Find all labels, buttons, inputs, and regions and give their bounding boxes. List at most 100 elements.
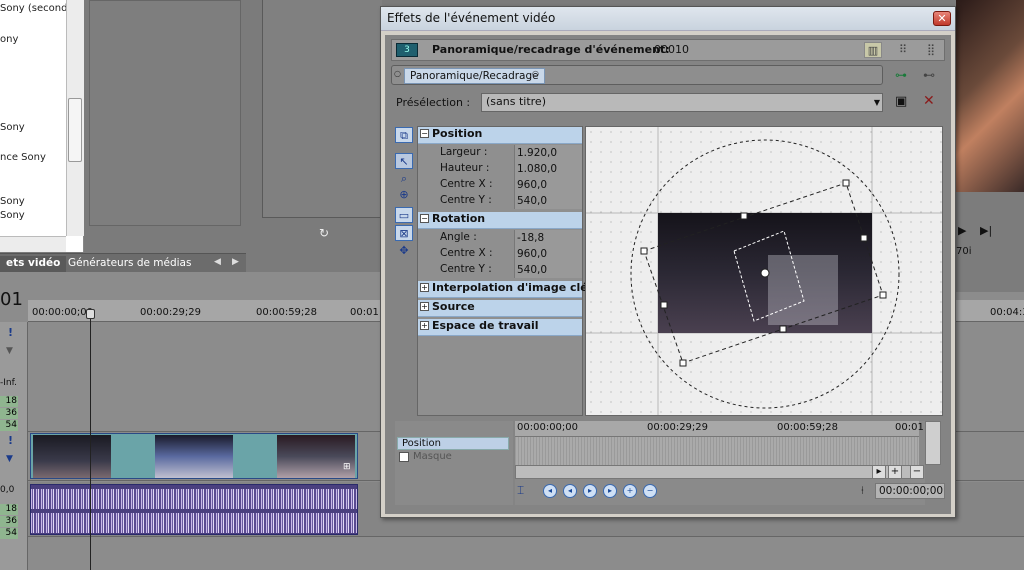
tabs-bar: ets vidéo Générateurs de médias ◀ ▶ xyxy=(0,253,246,272)
keyframe-toolbar: ⌶ ◂ ◂ ▸ ▸ + − ⍿ 00:00:00;00 xyxy=(515,481,945,501)
fx-icon[interactable]: ⊞ xyxy=(343,462,351,472)
fx-header-label: Panoramique/recadrage d'événement: xyxy=(432,43,670,56)
delete-preset-icon[interactable]: ✕ xyxy=(923,93,935,109)
preset-dropdown[interactable]: (sans titre) xyxy=(481,93,883,112)
height-value[interactable]: 1.080,0 xyxy=(514,161,582,177)
crop-handle xyxy=(879,291,887,299)
tab-prev-icon[interactable]: ◀ xyxy=(214,257,221,267)
tab-video-fx[interactable]: ets vidéo xyxy=(0,256,67,272)
play-icon[interactable]: ▶ xyxy=(958,224,966,237)
center-y-value[interactable]: 540,0 xyxy=(514,193,582,209)
prop-row-width: Largeur : 1.920,0 xyxy=(418,145,582,161)
tab-media-generators[interactable]: Générateurs de médias xyxy=(62,256,197,272)
dialog-body: 3 Panoramique/recadrage d'événement: 000… xyxy=(385,35,951,514)
prop-row-center-x: Centre X : 960,0 xyxy=(418,177,582,193)
audio-clip[interactable] xyxy=(30,484,358,535)
save-preset-icon[interactable]: ▣ xyxy=(895,94,907,109)
playhead-line[interactable] xyxy=(90,310,91,570)
plugin-chain-icon[interactable]: ⊶ xyxy=(895,68,907,82)
video-clip[interactable]: ⊞ xyxy=(30,433,358,479)
angle-value[interactable]: -18,8 xyxy=(514,230,582,246)
pin-icon[interactable]: ⍿ xyxy=(861,484,864,498)
prev-keyframe-button[interactable]: ◂ xyxy=(563,484,577,498)
chain-connector-icon: ○ xyxy=(532,69,539,78)
remove-plugin-icon[interactable]: ⊷ xyxy=(923,68,935,82)
playhead-handle[interactable] xyxy=(86,309,95,319)
show-properties-icon[interactable]: ▭ xyxy=(395,207,413,223)
zoom-in-button[interactable]: + xyxy=(888,465,902,479)
delete-keyframe-button[interactable]: − xyxy=(643,484,657,498)
zoom-tool-icon[interactable]: ⌕ xyxy=(395,171,413,187)
sync-cursor-icon[interactable]: ⌶ xyxy=(517,483,524,498)
keyframe-row-position[interactable]: Position xyxy=(397,437,509,450)
grid-view-icon[interactable]: ⠿ xyxy=(894,42,912,58)
audio-waveform xyxy=(31,513,357,533)
section-position[interactable]: − Position xyxy=(418,127,582,144)
dialog-titlebar[interactable]: Effets de l'événement vidéo ✕ xyxy=(381,7,955,31)
chevron-down-icon[interactable]: ▼ xyxy=(871,94,883,111)
crop-handle xyxy=(640,247,648,255)
current-time-field[interactable]: 00:00:00;00 xyxy=(875,483,945,499)
section-rotation[interactable]: − Rotation xyxy=(418,212,582,229)
crop-handle xyxy=(860,234,868,242)
video-event-fx-dialog: Effets de l'événement vidéo ✕ 3 Panorami… xyxy=(380,6,956,518)
ruler-timecode: 00:00:00;00 xyxy=(32,307,94,318)
add-keyframe-button[interactable]: + xyxy=(623,484,637,498)
tool-palette: ⧉ ↖ ⌕ ⊕ ▭ ⊠ ✥ xyxy=(395,127,415,267)
preview-controls: ▶ ▶| 70i xyxy=(956,192,1024,292)
keyframe-timecode: 00:01 xyxy=(895,422,924,433)
list-item[interactable]: ony xyxy=(0,34,18,45)
rot-center-x-value[interactable]: 960,0 xyxy=(514,246,582,262)
explorer-scroll-thumb[interactable] xyxy=(68,98,82,162)
loop-icon[interactable]: ↻ xyxy=(319,226,329,240)
keyframe-controller: Position Masque 00:00:00;00 00:00:29;29 … xyxy=(395,421,945,511)
next-keyframe-button[interactable]: ▸ xyxy=(583,484,597,498)
fx-plugin-icon[interactable]: 3 xyxy=(396,43,418,57)
rot-center-y-value[interactable]: 540,0 xyxy=(514,262,582,278)
width-value[interactable]: 1.920,0 xyxy=(514,145,582,161)
keyframe-ruler[interactable]: 00:00:00;00 00:00:29;29 00:00:59;28 00:0… xyxy=(515,421,924,437)
center-icon[interactable]: ⊠ xyxy=(395,225,413,241)
zoom-fit-tool-icon[interactable]: ⊕ xyxy=(395,187,413,203)
tab-next-icon[interactable]: ▶ xyxy=(232,257,239,267)
pan-crop-canvas[interactable] xyxy=(585,126,943,416)
preset-label: Présélection : xyxy=(396,96,471,109)
preview-image xyxy=(956,0,1024,192)
list-item[interactable]: Sony xyxy=(0,196,25,207)
section-workspace[interactable]: + Espace de travail xyxy=(418,319,582,336)
explorer-hscrollbar[interactable] xyxy=(0,236,66,252)
close-button[interactable]: ✕ xyxy=(933,11,951,26)
list-item[interactable]: Sony (secondai xyxy=(0,3,76,14)
sync-cursor-icon[interactable]: ⧉ xyxy=(395,127,413,143)
preview-highlight xyxy=(768,255,838,325)
section-source[interactable]: + Source xyxy=(418,300,582,317)
section-keyframe-interpolation[interactable]: + Interpolation d'image clé xyxy=(418,281,588,298)
keyframe-scrollbar[interactable] xyxy=(515,465,919,479)
fx-chain: ○ Panoramique/Recadrage ○ xyxy=(391,65,883,85)
last-keyframe-button[interactable]: ▸ xyxy=(603,484,617,498)
exclamation-icon[interactable]: ! xyxy=(8,434,13,447)
zoom-out-button[interactable]: − xyxy=(910,465,924,479)
chain-item-pan-crop[interactable]: Panoramique/Recadrage xyxy=(404,68,545,84)
list-view-icon[interactable]: ▥ xyxy=(864,42,882,58)
keyframe-timecode: 00:00:29;29 xyxy=(647,422,709,433)
center-x-value[interactable]: 960,0 xyxy=(514,177,582,193)
arrow-down-icon[interactable]: ▼ xyxy=(6,346,13,356)
move-free-icon[interactable]: ✥ xyxy=(395,243,413,259)
format-label: 70i xyxy=(956,246,972,257)
list-item[interactable]: nce Sony xyxy=(0,152,46,163)
exclamation-icon[interactable]: ! xyxy=(8,326,13,339)
list-item[interactable]: Sony xyxy=(0,122,25,133)
ruler-timecode: 00:00:59;28 xyxy=(256,307,318,318)
normal-edit-tool-icon[interactable]: ↖ xyxy=(395,153,413,169)
ruler-timecode: 00:01: xyxy=(350,307,383,318)
scroll-right-button[interactable]: ▸ xyxy=(872,465,886,479)
next-frame-icon[interactable]: ▶| xyxy=(980,224,992,237)
keyframe-vscrollbar[interactable] xyxy=(925,421,941,465)
large-grid-view-icon[interactable]: ⣿ xyxy=(922,42,940,58)
first-keyframe-button[interactable]: ◂ xyxy=(543,484,557,498)
arrow-down-icon[interactable]: ▼ xyxy=(6,454,13,464)
keyframe-rows[interactable] xyxy=(515,437,919,465)
list-item[interactable]: Sony xyxy=(0,210,25,221)
meter-value: 36 xyxy=(0,408,18,419)
